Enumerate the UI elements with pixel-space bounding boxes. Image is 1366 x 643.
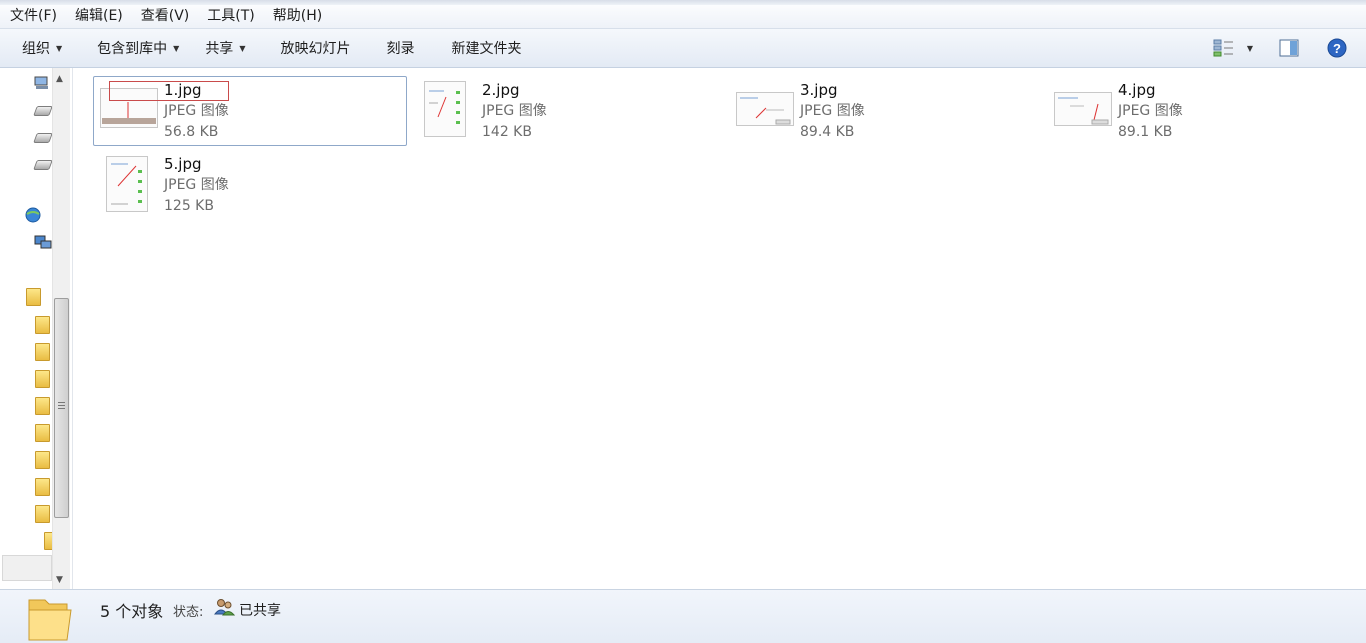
command-bar: 组织 ▼ 包含到库中 ▼ 共享 ▼ 放映幻灯片 刻录 新建文件夹 ▼ ? — [0, 29, 1366, 68]
svg-text:?: ? — [1333, 41, 1341, 56]
burn-button[interactable]: 刻录 — [361, 29, 425, 67]
organize-button[interactable]: 组织 ▼ — [0, 29, 73, 67]
scroll-up-arrow-icon[interactable]: ▲ — [56, 74, 63, 84]
network-computer-icon — [34, 235, 52, 249]
file-tile[interactable]: 5.jpg JPEG 图像 125 KB — [93, 150, 407, 220]
image-thumbnail — [424, 81, 466, 137]
image-thumbnail — [736, 91, 794, 127]
menu-edit[interactable]: 编辑(E) — [65, 5, 131, 28]
chevron-down-icon: ▼ — [239, 43, 246, 53]
file-name[interactable]: 4.jpg — [1118, 81, 1156, 100]
folder-icon — [35, 343, 50, 361]
file-type: JPEG 图像 — [482, 103, 547, 119]
drive-icon — [33, 160, 53, 170]
menu-view[interactable]: 查看(V) — [131, 5, 198, 28]
help-icon: ? — [1327, 38, 1347, 58]
image-thumbnail — [1054, 91, 1112, 127]
file-name[interactable]: 5.jpg — [164, 155, 202, 174]
file-size: 89.4 KB — [800, 124, 855, 140]
folder-icon — [35, 451, 50, 469]
chevron-down-icon: ▼ — [56, 43, 63, 53]
new-folder-button[interactable]: 新建文件夹 — [425, 29, 532, 67]
file-tile[interactable]: 2.jpg JPEG 图像 142 KB — [411, 76, 725, 146]
folder-icon — [35, 505, 50, 523]
chevron-down-icon: ▼ — [1246, 43, 1253, 53]
include-in-library-button[interactable]: 包含到库中 ▼ — [73, 29, 190, 67]
help-button[interactable]: ? — [1313, 29, 1366, 67]
file-type: JPEG 图像 — [164, 177, 229, 193]
file-size: 56.8 KB — [164, 124, 219, 140]
details-pane: 5 个对象 状态: 已共享 — [0, 589, 1366, 643]
file-tile[interactable]: 1.jpg JPEG 图像 56.8 KB — [93, 76, 407, 146]
folder-icon — [28, 599, 72, 641]
folder-icon — [35, 370, 50, 388]
menu-bar: 文件(F) 编辑(E) 查看(V) 工具(T) 帮助(H) — [0, 5, 1366, 29]
file-size: 125 KB — [164, 198, 214, 214]
nav-scrollbar[interactable]: ▲ ▼ — [52, 68, 70, 589]
scroll-down-arrow-icon[interactable]: ▼ — [56, 575, 63, 585]
file-type: JPEG 图像 — [164, 103, 229, 119]
object-count: 5 个对象 — [100, 602, 164, 621]
file-name[interactable]: 2.jpg — [482, 81, 520, 100]
preview-pane-button[interactable] — [1261, 29, 1313, 67]
menu-help[interactable]: 帮助(H) — [263, 5, 330, 28]
file-tile[interactable]: 4.jpg JPEG 图像 89.1 KB — [1047, 76, 1361, 146]
organize-label: 组织 — [22, 41, 50, 57]
folder-icon — [35, 478, 50, 496]
file-name[interactable]: 1.jpg — [164, 81, 202, 100]
burn-label: 刻录 — [386, 41, 415, 57]
folder-icon — [35, 424, 50, 442]
nav-selected-item[interactable] — [2, 555, 52, 581]
file-tile[interactable]: 3.jpg JPEG 图像 89.4 KB — [729, 76, 1043, 146]
new-folder-label: 新建文件夹 — [451, 41, 522, 57]
preview-pane-icon — [1279, 39, 1299, 57]
view-options-button[interactable]: ▼ — [1213, 29, 1261, 67]
folder-icon — [35, 397, 50, 415]
network-globe-icon — [25, 207, 41, 223]
slideshow-label: 放映幻灯片 — [280, 41, 351, 57]
include-in-library-label: 包含到库中 — [97, 41, 168, 57]
file-type: JPEG 图像 — [800, 103, 865, 119]
share-button[interactable]: 共享 ▼ — [190, 29, 256, 67]
drive-icon — [33, 133, 53, 143]
share-label: 共享 — [205, 41, 234, 57]
file-size: 142 KB — [482, 124, 532, 140]
file-list[interactable]: 1.jpg JPEG 图像 56.8 KB 2.jpg JPEG 图像 142 … — [73, 68, 1366, 589]
chevron-down-icon: ▼ — [173, 43, 180, 53]
menu-tools[interactable]: 工具(T) — [197, 5, 262, 28]
state-label: 状态: — [173, 605, 204, 620]
view-options-icon — [1213, 39, 1233, 57]
menu-file[interactable]: 文件(F) — [0, 5, 65, 28]
grip-icon — [58, 402, 65, 403]
file-name[interactable]: 3.jpg — [800, 81, 838, 100]
shared-users-icon — [213, 599, 235, 616]
file-type: JPEG 图像 — [1118, 103, 1183, 119]
drive-icon — [33, 106, 53, 116]
state-value: 已共享 — [239, 603, 281, 619]
computer-icon — [34, 76, 48, 89]
slideshow-button[interactable]: 放映幻灯片 — [256, 29, 361, 67]
file-size: 89.1 KB — [1118, 124, 1173, 140]
image-thumbnail — [106, 155, 148, 213]
folder-icon — [35, 316, 50, 334]
folder-icon — [26, 288, 41, 306]
scroll-thumb[interactable] — [54, 298, 69, 518]
